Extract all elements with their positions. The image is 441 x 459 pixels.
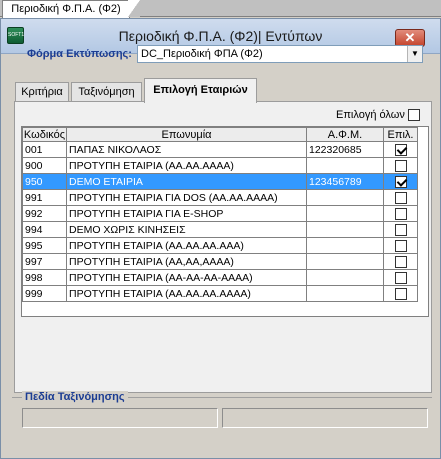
table-row[interactable]: 900 ΠΡΟΤΥΠΗ ΕΤΑΙΡΙΑ (ΑΑ.ΑΑ.ΑΑΑΑ) [22, 157, 418, 174]
tab-sorting[interactable]: Ταξινόμηση [71, 82, 142, 102]
cell-afm [306, 189, 384, 206]
tab-bar: Κριτήρια Ταξινόμηση Επιλογή Εταιριών [15, 78, 425, 103]
table-row[interactable]: 995 ΠΡΟΤΥΠΗ ΕΤΑΙΡΙΑ (ΑΑ.ΑΑ.ΑΑ.ΑΑΑ) [22, 237, 418, 254]
cell-afm [306, 221, 384, 238]
cell-select [383, 173, 418, 190]
empty-cell [67, 302, 307, 318]
chevron-down-icon[interactable]: ▼ [407, 46, 422, 62]
cell-name: ΠΑΠΑΣ ΝΙΚΟΛΑΟΣ [66, 141, 307, 158]
cell-name: ΠΡΟΤΥΠΗ ΕΤΑΙΡΙΑ (ΑΑ.ΑΑ.ΑΑΑΑ) [66, 157, 307, 174]
cell-afm [306, 157, 384, 174]
window-title: Περιοδική Φ.Π.Α. (Φ2)| Εντύπων [118, 28, 323, 44]
cell-select [383, 253, 418, 270]
table-row[interactable]: 994 DEMO ΧΩΡΙΣ ΚΙΝΗΣΕΙΣ [22, 221, 418, 238]
outer-tab-strip: Περιοδική Φ.Π.Α. (Φ2) [0, 0, 441, 18]
row-select-checkbox[interactable] [394, 271, 407, 284]
column-header-code[interactable]: Κωδικός [22, 127, 67, 142]
outer-tab-edge [128, 0, 140, 17]
table-row[interactable]: 997 ΠΡΟΤΥΠΗ ΕΤΑΙΡΙΑ (ΑΑ,ΑΑ,ΑΑΑΑ) [22, 253, 418, 270]
row-select-checkbox[interactable] [394, 239, 407, 252]
cell-code: 991 [22, 189, 67, 206]
row-select-checkbox[interactable] [394, 223, 407, 236]
tab-panel-company-selection: Επιλογή όλων Κωδικός Επωνυμία Α.Φ.Μ. Επι… [14, 101, 432, 393]
column-header-name[interactable]: Επωνυμία [66, 127, 307, 142]
cell-select [383, 157, 418, 174]
empty-cell [23, 302, 67, 318]
cell-afm [306, 253, 384, 270]
cell-select [383, 221, 418, 238]
sort-fields-title: Πεδία Ταξινόμησης [22, 391, 128, 403]
empty-cell [384, 302, 418, 318]
select-all-checkbox[interactable] [408, 109, 420, 121]
cell-select [383, 285, 418, 302]
print-form-select[interactable]: DC_Περιοδική ΦΠΑ (Φ2) ▼ [137, 45, 423, 63]
print-form-label: Φόρμα Εκτύπωσης: [27, 48, 132, 60]
cell-code: 950 [22, 173, 67, 190]
cell-code: 998 [22, 269, 67, 286]
row-select-checkbox[interactable] [394, 207, 407, 220]
row-select-checkbox[interactable] [394, 191, 407, 204]
tab-criteria[interactable]: Κριτήρια [15, 82, 69, 102]
cell-name: ΠΡΟΤΥΠΗ ΕΤΑΙΡΙΑ ΓΙΑ E-SHOP [66, 205, 307, 222]
row-select-checkbox[interactable] [394, 287, 407, 300]
table-row[interactable]: 992 ΠΡΟΤΥΠΗ ΕΤΑΙΡΙΑ ΓΙΑ E-SHOP [22, 205, 418, 222]
cell-name: DEMO ΕΤΑΙΡΙΑ [66, 173, 307, 190]
cell-name: ΠΡΟΤΥΠΗ ΕΤΑΙΡΙΑ (ΑΑ.ΑΑ.ΑΑ.ΑΑΑ) [66, 237, 307, 254]
cell-afm [306, 269, 384, 286]
table-row[interactable]: 001 ΠΑΠΑΣ ΝΙΚΟΛΑΟΣ 122320685 [22, 141, 418, 158]
cell-name: ΠΡΟΤΥΠΗ ΕΤΑΙΡΙΑ ΓΙΑ DOS (ΑΑ.ΑΑ.ΑΑΑΑ) [66, 189, 307, 206]
table-row[interactable]: 950 DEMO ΕΤΑΙΡΙΑ 123456789 [22, 173, 418, 190]
sort-field-1[interactable] [22, 408, 218, 428]
tab-company-selection[interactable]: Επιλογή Εταιριών [144, 78, 257, 103]
cell-afm [306, 205, 384, 222]
cell-code: 992 [22, 205, 67, 222]
row-select-checkbox[interactable] [394, 143, 407, 156]
print-form-value: DC_Περιοδική ΦΠΑ (Φ2) [141, 48, 263, 60]
table-row[interactable]: 999 ΠΡΟΤΥΠΗ ΕΤΑΙΡΙΑ (ΑΑ.ΑΑ.ΑΑ.ΑΑΑΑ) [22, 285, 418, 302]
cell-name: ΠΡΟΤΥΠΗ ΕΤΑΙΡΙΑ (ΑΑ,ΑΑ,ΑΑΑΑ) [66, 253, 307, 270]
cell-code: 999 [22, 285, 67, 302]
select-all-label: Επιλογή όλων [336, 109, 405, 121]
cell-select [383, 269, 418, 286]
table-row[interactable]: 991 ΠΡΟΤΥΠΗ ΕΤΑΙΡΙΑ ΓΙΑ DOS (ΑΑ.ΑΑ.ΑΑΑΑ) [22, 189, 418, 206]
cell-code: 001 [22, 141, 67, 158]
column-header-select[interactable]: Επιλ. [383, 127, 418, 142]
cell-code: 995 [22, 237, 67, 254]
empty-cell [307, 302, 384, 318]
cell-code: 997 [22, 253, 67, 270]
outer-tab-periodic-vat[interactable]: Περιοδική Φ.Π.Α. (Φ2) [2, 0, 130, 18]
sort-field-2[interactable] [222, 408, 428, 428]
cell-afm: 123456789 [306, 173, 384, 190]
cell-name: ΠΡΟΤΥΠΗ ΕΤΑΙΡΙΑ (ΑΑ.ΑΑ.ΑΑ.ΑΑΑΑ) [66, 285, 307, 302]
table-row[interactable]: 998 ΠΡΟΤΥΠΗ ΕΤΑΙΡΙΑ (ΑΑ-ΑΑ-ΑΑ-ΑΑΑΑ) [22, 269, 418, 286]
row-select-checkbox[interactable] [394, 159, 407, 172]
cell-code: 994 [22, 221, 67, 238]
cell-afm: 122320685 [306, 141, 384, 158]
cell-afm [306, 237, 384, 254]
row-select-checkbox[interactable] [394, 175, 407, 188]
companies-grid: Κωδικός Επωνυμία Α.Φ.Μ. Επιλ. 001 ΠΑΠΑΣ Ν… [21, 126, 429, 317]
cell-name: DEMO ΧΩΡΙΣ ΚΙΝΗΣΕΙΣ [66, 221, 307, 238]
cell-name: ΠΡΟΤΥΠΗ ΕΤΑΙΡΙΑ (ΑΑ-ΑΑ-ΑΑ-ΑΑΑΑ) [66, 269, 307, 286]
cell-select [383, 237, 418, 254]
row-select-checkbox[interactable] [394, 255, 407, 268]
cell-select [383, 205, 418, 222]
column-header-afm[interactable]: Α.Φ.Μ. [306, 127, 384, 142]
cell-afm [306, 285, 384, 302]
grid-header-row: Κωδικός Επωνυμία Α.Φ.Μ. Επιλ. [22, 127, 418, 142]
sort-fields-group: Πεδία Ταξινόμησης [12, 391, 432, 437]
cell-select [383, 141, 418, 158]
empty-row [23, 302, 418, 318]
cell-code: 900 [22, 157, 67, 174]
cell-select [383, 189, 418, 206]
